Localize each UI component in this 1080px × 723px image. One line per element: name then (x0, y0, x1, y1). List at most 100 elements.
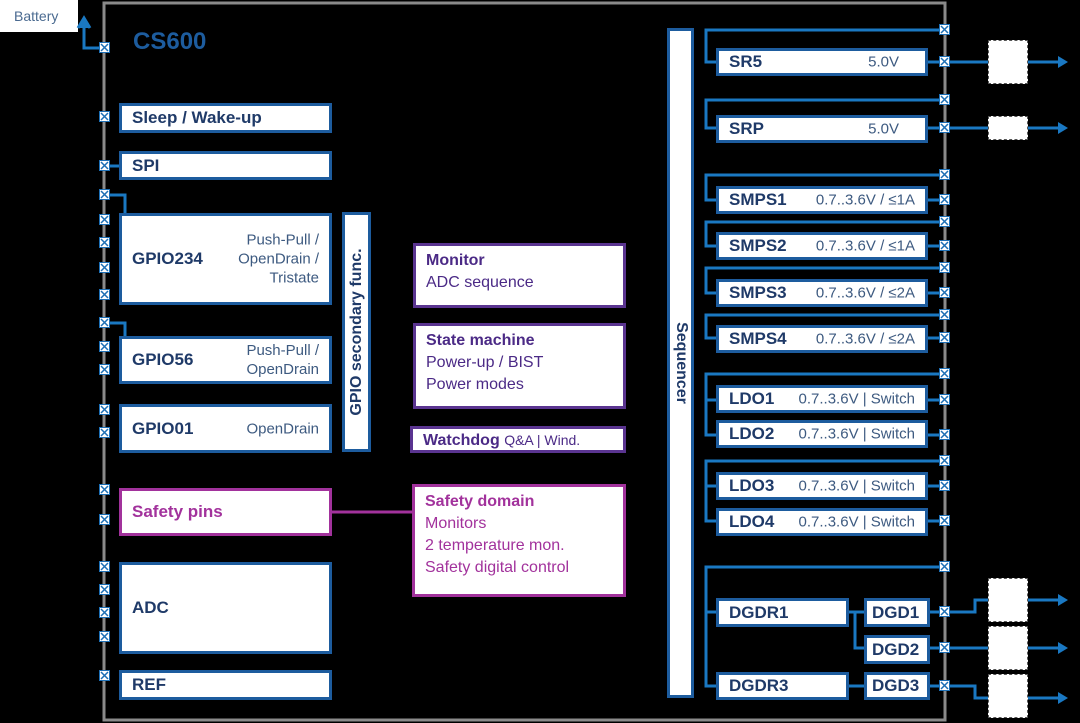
watchdog-block: Watchdog Q&A | Wind. (410, 426, 626, 453)
pin-pad-icon (99, 237, 110, 248)
dgd3-block: DGD3 (864, 672, 930, 700)
block-title: SMPS3 (729, 283, 787, 302)
block-subtitle: 0.7..3.6V | Switch (798, 513, 915, 531)
pin-pad-icon (99, 289, 110, 300)
block-title: LDO3 (729, 476, 775, 495)
chip-title: CS600 (133, 28, 207, 55)
pin-pad-icon (99, 160, 110, 171)
regulator-block-ldo1: LDO1 0.7..3.6V | Switch (716, 385, 928, 413)
block-subtitle: Push-Pull / OpenDrain (246, 342, 319, 378)
pin-pad-icon (99, 584, 110, 595)
regulator-block-ldo4: LDO4 0.7..3.6V | Switch (716, 508, 928, 536)
block-title: Sleep / Wake-up (132, 108, 262, 127)
block-title: Safety pins (132, 502, 223, 521)
block-line: ADC sequence (426, 274, 534, 291)
block-title: DGD2 (872, 639, 920, 659)
regulator-block-ldo3: LDO3 0.7..3.6V | Switch (716, 472, 928, 500)
block-line: 2 temperature mon. (425, 537, 565, 554)
block-title: DGDR1 (729, 602, 789, 622)
safety-domain-block: Safety domain Monitors 2 temperature mon… (412, 484, 626, 597)
block-title: LDO1 (729, 389, 775, 408)
dgdr1-block: DGDR1 (716, 598, 849, 627)
block-title: SPI (132, 155, 160, 175)
pin-pad-icon (939, 240, 950, 251)
pin-pad-icon (939, 24, 950, 35)
external-mosfet-icon (988, 626, 1028, 670)
regulator-block-ldo2: LDO2 0.7..3.6V | Switch (716, 420, 928, 448)
block-title: Safety domain (425, 493, 535, 510)
pin-pad-icon (99, 262, 110, 273)
gpio01-block: GPIO01 OpenDrain (119, 404, 332, 453)
dgd1-block: DGD1 (864, 598, 930, 627)
dgd2-block: DGD2 (864, 635, 930, 664)
pin-pad-icon (939, 194, 950, 205)
pin-pad-icon (939, 480, 950, 491)
pin-pad-icon (939, 309, 950, 320)
block-subtitle: 0.7..3.6V | Switch (798, 390, 915, 408)
pin-pad-icon (99, 427, 110, 438)
block-subtitle: 0.7..3.6V | Switch (798, 477, 915, 495)
pin-pad-icon (939, 455, 950, 466)
pin-pad-icon (939, 262, 950, 273)
pin-pad-icon (939, 368, 950, 379)
block-subtitle: 0.7..3.6V | Switch (798, 425, 915, 443)
block-subtitle: 0.7..3.6V / ≤1A (815, 237, 915, 255)
pin-pad-icon (939, 606, 950, 617)
pin-pad-icon (939, 287, 950, 298)
block-subtitle: 0.7..3.6V / ≤2A (815, 284, 915, 302)
pin-pad-icon (939, 429, 950, 440)
pin-pad-icon (99, 317, 110, 328)
sleep-wakeup-block: Sleep / Wake-up (119, 103, 332, 133)
gpio234-block: GPIO234 Push-Pull / OpenDrain / Tristate (119, 213, 332, 305)
regulator-block-smps4: SMPS4 0.7..3.6V / ≤2A (716, 325, 928, 353)
block-subtitle: Push-Pull / OpenDrain / Tristate (238, 231, 319, 287)
block-subtitle: 0.7..3.6V / ≤1A (815, 191, 915, 209)
battery-arrow (76, 15, 92, 29)
ref-block: REF (119, 670, 332, 700)
block-subtitle: OpenDrain (246, 420, 319, 437)
block-title: Sequencer (672, 322, 690, 404)
spi-block: SPI (119, 151, 332, 180)
block-line: Power-up / BIST (426, 354, 544, 371)
pin-pad-icon (939, 332, 950, 343)
block-subtitle: 5.0V (868, 120, 899, 138)
gpio-secondary-func-block: GPIO secondary func. (342, 212, 371, 452)
pin-pad-icon (99, 607, 110, 618)
sequencer-block: Sequencer (667, 28, 694, 698)
pin-pad-icon (99, 670, 110, 681)
adc-block: ADC (119, 562, 332, 654)
block-title: Watchdog (423, 432, 500, 449)
block-title: State machine (426, 332, 535, 349)
external-mosfet-icon (988, 40, 1028, 84)
pin-pad-icon (939, 515, 950, 526)
block-subtitle: 0.7..3.6V / ≤2A (815, 330, 915, 348)
block-title: SMPS4 (729, 329, 787, 348)
state-machine-block: State machine Power-up / BIST Power mode… (413, 323, 626, 409)
external-mosfet-icon (988, 578, 1028, 622)
block-title: SMPS1 (729, 190, 787, 209)
gpio56-block: GPIO56 Push-Pull / OpenDrain (119, 336, 332, 384)
external-mosfet-icon (988, 116, 1028, 140)
pin-pad-icon (99, 341, 110, 352)
pin-pad-icon (99, 484, 110, 495)
pin-pad-icon (939, 216, 950, 227)
regulator-block-srp: SRP 5.0V (716, 115, 928, 143)
block-title: GPIO234 (132, 249, 203, 268)
safety-pins-block: Safety pins (119, 488, 332, 536)
regulator-block-sr5: SR5 5.0V (716, 48, 928, 76)
pin-pad-icon (99, 561, 110, 572)
block-title: SRP (729, 119, 764, 138)
pin-pad-icon (939, 394, 950, 405)
block-subtitle: 5.0V (868, 53, 899, 71)
pin-pad-icon (99, 214, 110, 225)
pin-pad-icon (99, 364, 110, 375)
external-mosfet-icon (988, 674, 1028, 718)
pin-pad-icon (939, 56, 950, 67)
block-line: Power modes (426, 376, 524, 393)
regulator-block-smps1: SMPS1 0.7..3.6V / ≤1A (716, 186, 928, 214)
pin-pad-icon (99, 404, 110, 415)
pin-pad-icon (99, 42, 110, 53)
block-title: GPIO secondary func. (347, 248, 365, 416)
block-title: SR5 (729, 52, 763, 71)
block-title: GPIO01 (132, 418, 194, 438)
